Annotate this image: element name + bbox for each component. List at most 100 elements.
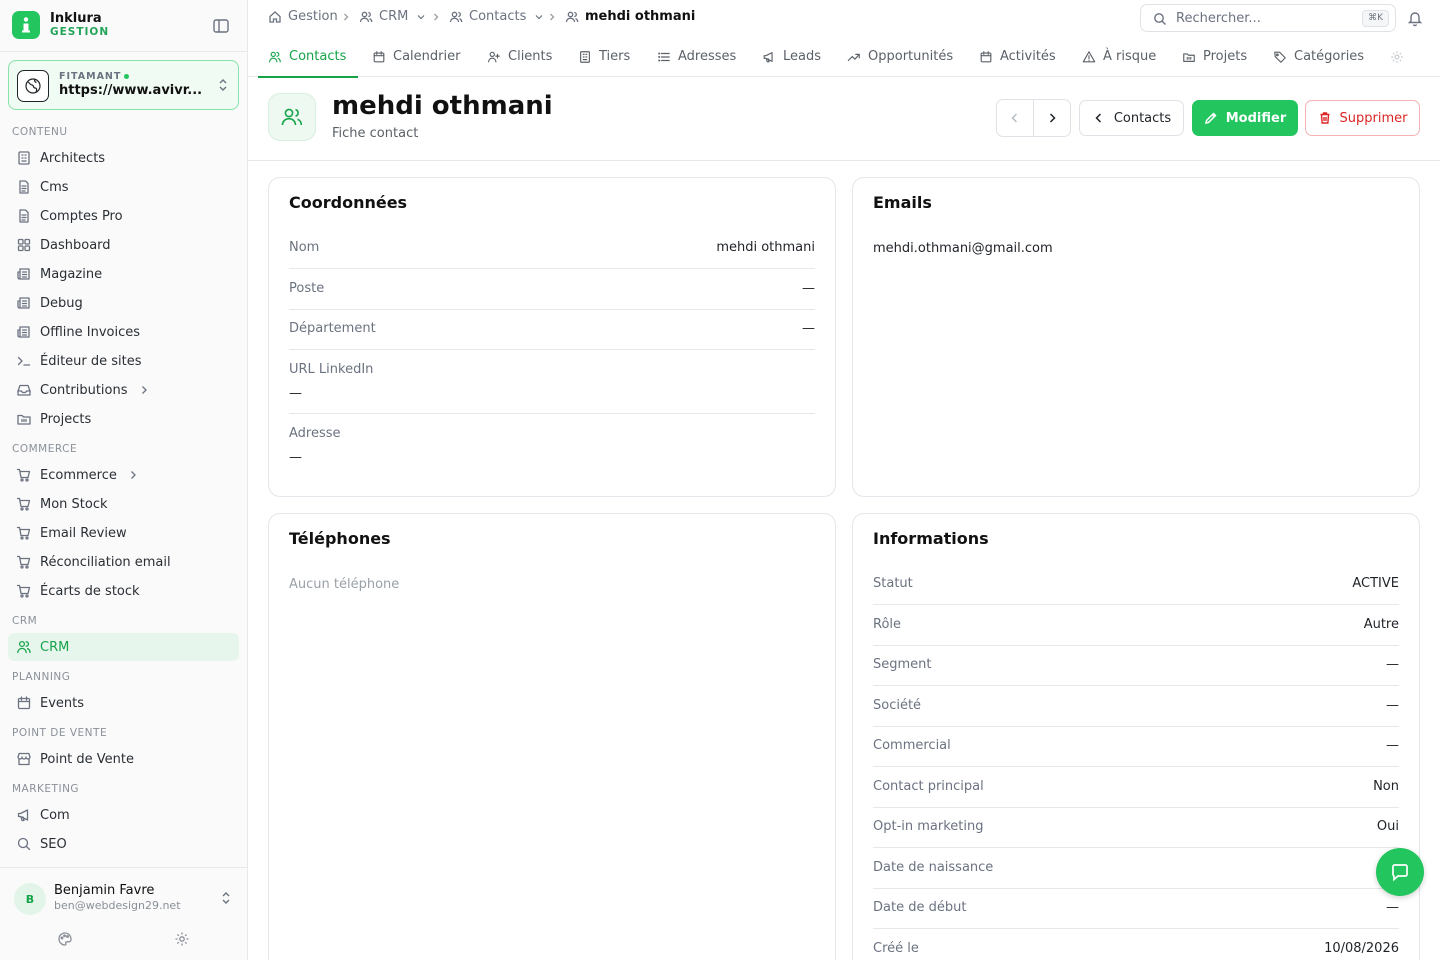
sidebar-item-label: Mon Stock — [40, 496, 108, 512]
sidebar-item-mon-stock[interactable]: Mon Stock — [8, 490, 239, 518]
cart-icon — [16, 525, 32, 541]
breadcrumb-crm[interactable]: CRM — [359, 9, 426, 24]
search-input[interactable]: Rechercher... ⌘K — [1140, 4, 1396, 32]
tab-adresses[interactable]: Adresses — [657, 36, 736, 77]
field-row-poste: Poste — — [289, 269, 815, 310]
tab-leads[interactable]: Leads — [762, 36, 821, 77]
sidebar-item-label: Cms — [40, 179, 69, 195]
sidebar-item-comptes-pro[interactable]: Comptes Pro — [8, 202, 239, 230]
tab-label: Contacts — [289, 49, 347, 64]
tab-categories[interactable]: Catégories — [1273, 36, 1364, 77]
terminal-icon — [16, 353, 32, 369]
sidebar-item-label: Magazine — [40, 266, 103, 282]
card-title: Informations — [873, 529, 989, 548]
sidebar-item-email-review[interactable]: Email Review — [8, 519, 239, 547]
breadcrumb-home[interactable]: Gestion — [268, 9, 338, 24]
sidebar-item-ecarts-de-stock[interactable]: Écarts de stock — [8, 577, 239, 605]
sidebar-item-label: Com — [40, 807, 70, 823]
page-subtitle: Fiche contact — [332, 126, 419, 141]
site-switcher[interactable]: FITAMANT https://www.avivr... — [8, 60, 239, 110]
record-pager — [996, 99, 1071, 137]
chat-button[interactable] — [1376, 848, 1424, 896]
sidebar-item-label: Events — [40, 695, 85, 711]
sidebar-item-debug[interactable]: Debug — [8, 289, 239, 317]
section-label-commerce: COMMERCE — [12, 443, 78, 455]
brand: Inklura GESTION — [0, 0, 247, 52]
field-label: Rôle — [873, 616, 902, 632]
field-row-segment: Segment — — [873, 645, 1399, 686]
field-label: Contact principal — [873, 778, 984, 794]
sidebar-item-seo[interactable]: SEO — [8, 830, 239, 858]
field-label: Nom — [289, 240, 320, 255]
field-value: ACTIVE — [1352, 576, 1399, 591]
gear-icon — [1390, 50, 1404, 64]
cart-icon — [16, 583, 32, 599]
list-icon — [657, 50, 671, 64]
breadcrumb-current-label: mehdi othmani — [585, 9, 696, 24]
section-label-contenu: CONTENU — [12, 126, 68, 138]
tab-clients[interactable]: Clients — [487, 36, 552, 77]
chevron-up-down-icon[interactable] — [219, 891, 233, 905]
previous-record-button[interactable] — [997, 100, 1034, 136]
tab-more[interactable] — [1390, 36, 1411, 77]
user-email: ben@webdesign29.net — [54, 899, 181, 912]
sidebar-item-cms[interactable]: Cms — [8, 173, 239, 201]
tab-label: Tiers — [599, 49, 631, 64]
chevron-right-icon — [547, 12, 557, 22]
sidebar-item-projects[interactable]: Projects — [8, 405, 239, 433]
sidebar-item-editeur-de-sites[interactable]: Éditeur de sites — [8, 347, 239, 375]
edit-button-label: Modifier — [1225, 110, 1287, 126]
newspaper-icon — [16, 295, 32, 311]
module-tabs: Contacts Calendrier Clients Tiers Adresses Le… — [248, 36, 1440, 78]
sidebar-item-ecommerce[interactable]: Ecommerce — [8, 461, 239, 489]
sidebar-item-contributions[interactable]: Contributions — [8, 376, 239, 404]
sidebar-item-com[interactable]: Com — [8, 801, 239, 829]
chevron-down-icon — [534, 12, 544, 22]
tab-contacts[interactable]: Contacts — [257, 36, 359, 78]
card-informations: Informations Statut ACTIVE Rôle Autre Segmen… — [852, 513, 1420, 960]
field-value: — — [289, 386, 302, 401]
sidebar-item-offline-invoices[interactable]: Offline Invoices — [8, 318, 239, 346]
user-menu[interactable]: B Benjamin Favre ben@webdesign29.net — [0, 867, 247, 960]
sidebar-item-label: Projects — [40, 411, 92, 427]
sidebar-item-label: SEO — [40, 836, 67, 852]
palette-icon[interactable] — [57, 931, 73, 947]
email-value[interactable]: mehdi.othmani@gmail.com — [873, 241, 1053, 256]
breadcrumb-contacts[interactable]: Contacts — [449, 9, 544, 24]
next-record-button[interactable] — [1034, 100, 1071, 136]
sidebar-item-architects[interactable]: Architects — [8, 144, 239, 172]
sidebar-item-dashboard[interactable]: Dashboard — [8, 231, 239, 259]
bell-icon[interactable] — [1406, 9, 1424, 27]
field-row-date-de-debut: Date de début — — [873, 888, 1399, 929]
tab-activites[interactable]: Activités — [979, 36, 1056, 77]
sidebar-item-reconciliation-email[interactable]: Réconciliation email — [8, 548, 239, 576]
sidebar-item-point-de-vente[interactable]: Point de Vente — [8, 745, 239, 773]
card-coordonnees: Coordonnées Nom mehdi othmani Poste — Départ… — [268, 177, 836, 497]
field-label: Créé le — [873, 940, 919, 956]
chevron-down-icon — [416, 12, 426, 22]
field-row-departement: Département — — [289, 309, 815, 350]
field-row-adresse: Adresse — — [289, 414, 815, 478]
sidebar-item-magazine[interactable]: Magazine — [8, 260, 239, 288]
tab-projets[interactable]: Projets — [1182, 36, 1247, 77]
users-icon — [449, 10, 463, 24]
field-row-contact-principal: Contact principal Non — [873, 767, 1399, 808]
chevron-right-icon — [341, 12, 351, 22]
tab-calendrier[interactable]: Calendrier — [372, 36, 460, 77]
tab-opportunites[interactable]: Opportunités — [847, 36, 953, 77]
tab-tiers[interactable]: Tiers — [578, 36, 630, 77]
field-label: URL LinkedIn — [289, 362, 374, 377]
sidebar-item-crm[interactable]: CRM — [8, 633, 239, 661]
delete-button-label: Supprimer — [1339, 110, 1408, 126]
edit-button[interactable]: Modifier — [1192, 100, 1298, 136]
chevron-right-icon — [127, 469, 139, 481]
sidebar-item-events[interactable]: Events — [8, 689, 239, 717]
delete-button[interactable]: Supprimer — [1305, 100, 1420, 136]
back-to-contacts-button[interactable]: Contacts — [1079, 100, 1184, 136]
search-icon — [1153, 12, 1167, 26]
field-value: — — [802, 321, 815, 336]
newspaper-icon — [16, 324, 32, 340]
tab-a-risque[interactable]: À risque — [1082, 36, 1156, 77]
sidebar-collapse-icon[interactable] — [212, 17, 230, 35]
gear-icon[interactable] — [174, 931, 190, 947]
